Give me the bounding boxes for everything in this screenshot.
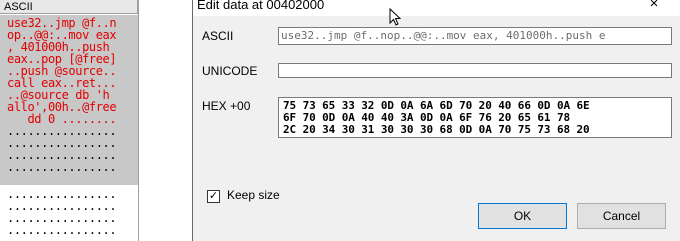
hex-field-label: HEX +00 [202, 99, 251, 113]
hex-line[interactable]: 2C 20 34 30 31 30 30 30 68 0D 0A 70 75 7… [283, 124, 671, 136]
hex-input[interactable]: 75 73 65 33 32 0D 0A 6A 6D 70 20 40 66 0… [278, 97, 672, 138]
pane-background [139, 0, 192, 241]
keep-size-checkbox[interactable]: ✓ [207, 190, 220, 203]
ascii-dump-pane: ASCII use32..jmp @f..n op..@@:..mov eax … [0, 0, 192, 241]
unicode-field-label: UNICODE [202, 64, 258, 78]
mouse-cursor-icon [389, 8, 401, 26]
keep-size-label[interactable]: Keep size [227, 188, 280, 202]
ascii-column-header[interactable]: ASCII [0, 0, 138, 14]
close-icon[interactable]: × [646, 0, 662, 12]
edit-data-dialog: Edit data at 00402000 × ASCII use32..jmp… [192, 0, 680, 241]
ascii-input[interactable]: use32..jmp @f..nop..@@:..mov eax, 401000… [278, 27, 672, 45]
ok-button[interactable]: OK [478, 203, 567, 229]
cancel-button[interactable]: Cancel [577, 203, 666, 229]
unicode-input[interactable] [278, 63, 672, 78]
ascii-dump-unselected[interactable]: ................ ................ ......… [0, 186, 138, 241]
dialog-titlebar[interactable]: Edit data at 00402000 × [193, 0, 680, 16]
ascii-line[interactable]: ................ [7, 161, 117, 173]
ascii-dump-selection[interactable]: use32..jmp @f..n op..@@:..mov eax , 4010… [0, 15, 138, 185]
ascii-field-label: ASCII [202, 29, 234, 43]
dialog-title: Edit data at 00402000 [197, 0, 325, 12]
ascii-line[interactable]: ................ [7, 224, 117, 236]
